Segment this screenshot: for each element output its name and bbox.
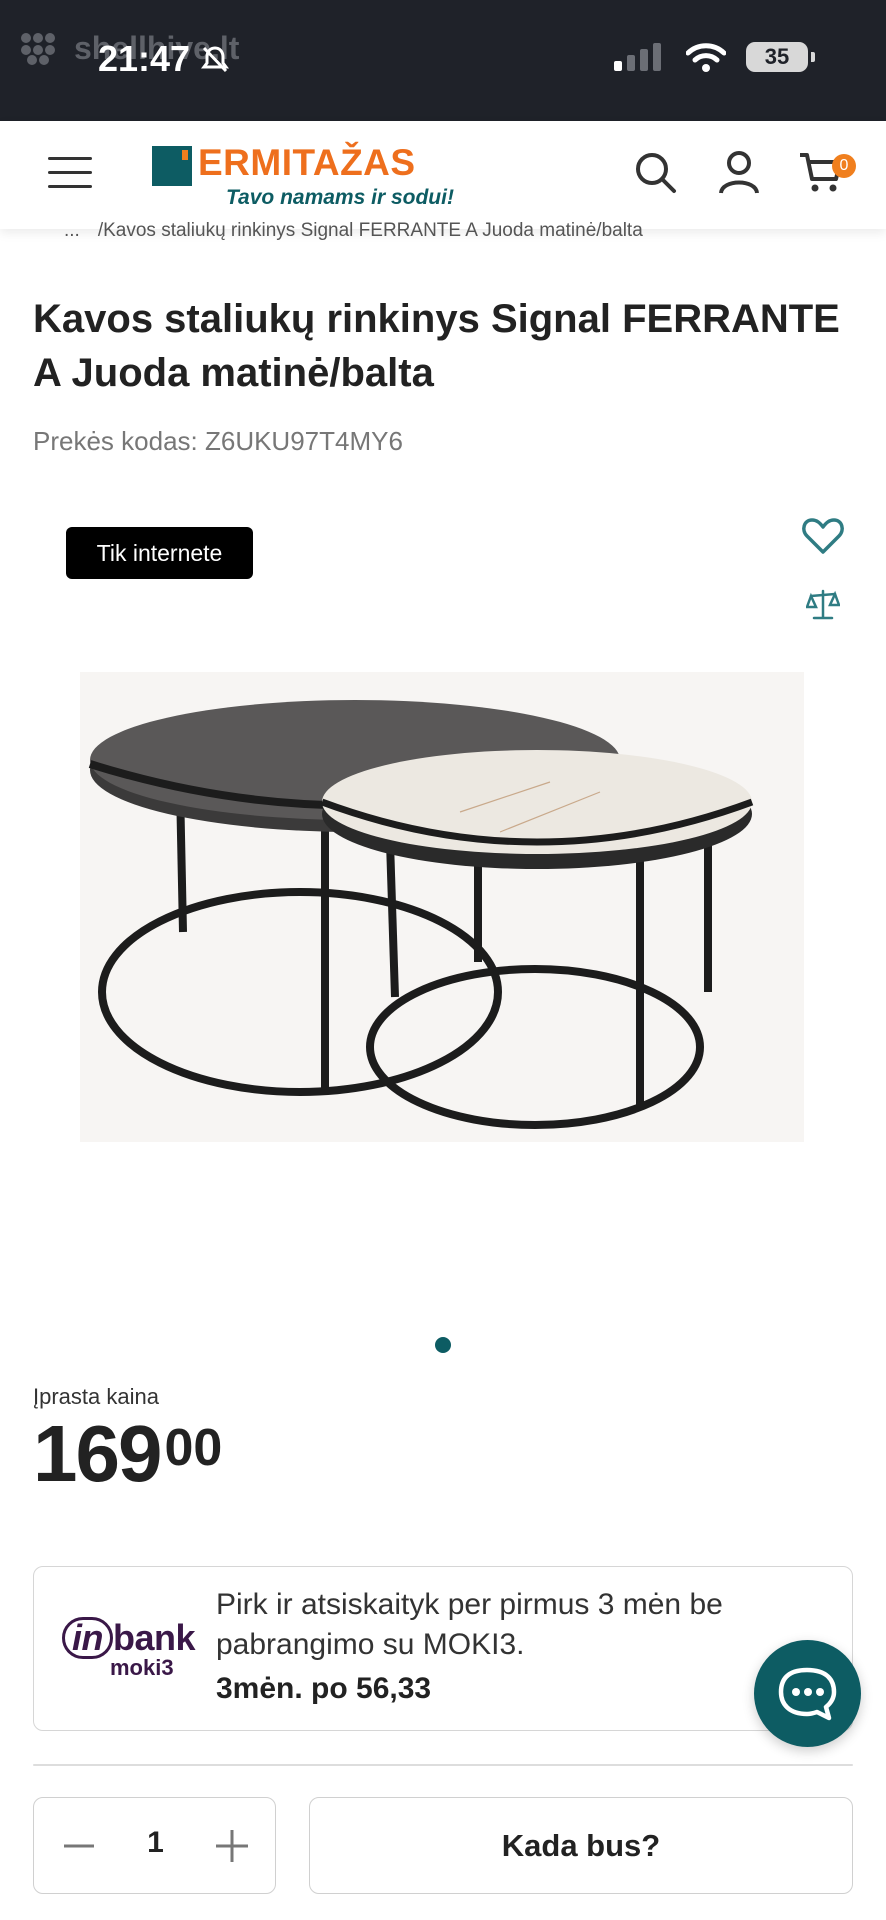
status-right: 35 <box>614 42 815 72</box>
dots-icon <box>21 32 55 65</box>
online-only-badge: Tik internete <box>66 527 253 579</box>
price-cents: 00 <box>164 1419 223 1477</box>
product-image[interactable] <box>80 672 804 1142</box>
when-available-button[interactable]: Kada bus? <box>309 1797 853 1894</box>
plus-icon[interactable] <box>214 1828 250 1864</box>
divider <box>33 1764 853 1766</box>
cart-count-badge: 0 <box>832 154 856 178</box>
heart-icon[interactable] <box>801 514 845 558</box>
inbank-logo: in bank moki3 <box>62 1617 196 1681</box>
logo-mark-icon <box>152 146 192 186</box>
menu-icon-line <box>48 157 92 160</box>
signal-icon <box>614 43 661 71</box>
battery-icon: 35 <box>746 42 815 72</box>
logo-name: ERMITAŽAS <box>198 142 416 183</box>
breadcrumb-current: /Kavos staliukų rinkinys Signal FERRANTE… <box>97 220 643 241</box>
installment-box[interactable]: in bank moki3 Pirk ir atsiskaityk per pir… <box>33 1566 853 1731</box>
user-icon[interactable] <box>716 149 762 195</box>
status-time: 21:47 <box>98 38 230 80</box>
quantity-stepper: 1 <box>33 1797 276 1894</box>
installment-amount: 3mėn. po 56,33 <box>216 1672 432 1705</box>
price: 16900 <box>33 1408 222 1500</box>
price-main: 169 <box>33 1409 162 1498</box>
price-label: Įprasta kaina <box>33 1384 159 1409</box>
chat-button[interactable] <box>754 1640 861 1747</box>
breadcrumb: ... /Kavos staliukų rinkinys Signal FERRA… <box>64 220 643 242</box>
inbank-wordmark: in bank <box>62 1617 196 1659</box>
site-header: ERMITAŽAS Tavo namams ir sodui! <box>0 121 886 229</box>
menu-icon-line <box>48 171 92 174</box>
carousel-dot[interactable] <box>435 1337 451 1353</box>
breadcrumb-ellipsis[interactable]: ... <box>64 220 80 241</box>
menu-icon-line <box>48 185 92 188</box>
compare-scale-icon[interactable] <box>806 588 840 622</box>
wifi-icon <box>686 43 726 72</box>
chat-bubble-icon <box>778 1667 837 1721</box>
bell-slash-icon <box>201 46 230 73</box>
product-title: Kavos staliukų rinkinys Signal FERRANTE … <box>33 297 840 395</box>
product-sku: Prekės kodas: Z6UKU97T4MY6 <box>33 426 403 456</box>
menu-button[interactable] <box>48 157 92 191</box>
installment-text: Pirk ir atsiskaityk per pirmus 3 mėn be … <box>216 1588 723 1661</box>
status-bar: shellhive.lt 21:47 35 <box>0 0 886 121</box>
inbank-in: in <box>62 1617 113 1659</box>
search-icon[interactable] <box>632 149 678 195</box>
logo-tagline: Tavo namams ir sodui! <box>226 186 454 209</box>
inbank-bank: bank <box>113 1617 196 1658</box>
clock-text: 21:47 <box>98 38 191 79</box>
